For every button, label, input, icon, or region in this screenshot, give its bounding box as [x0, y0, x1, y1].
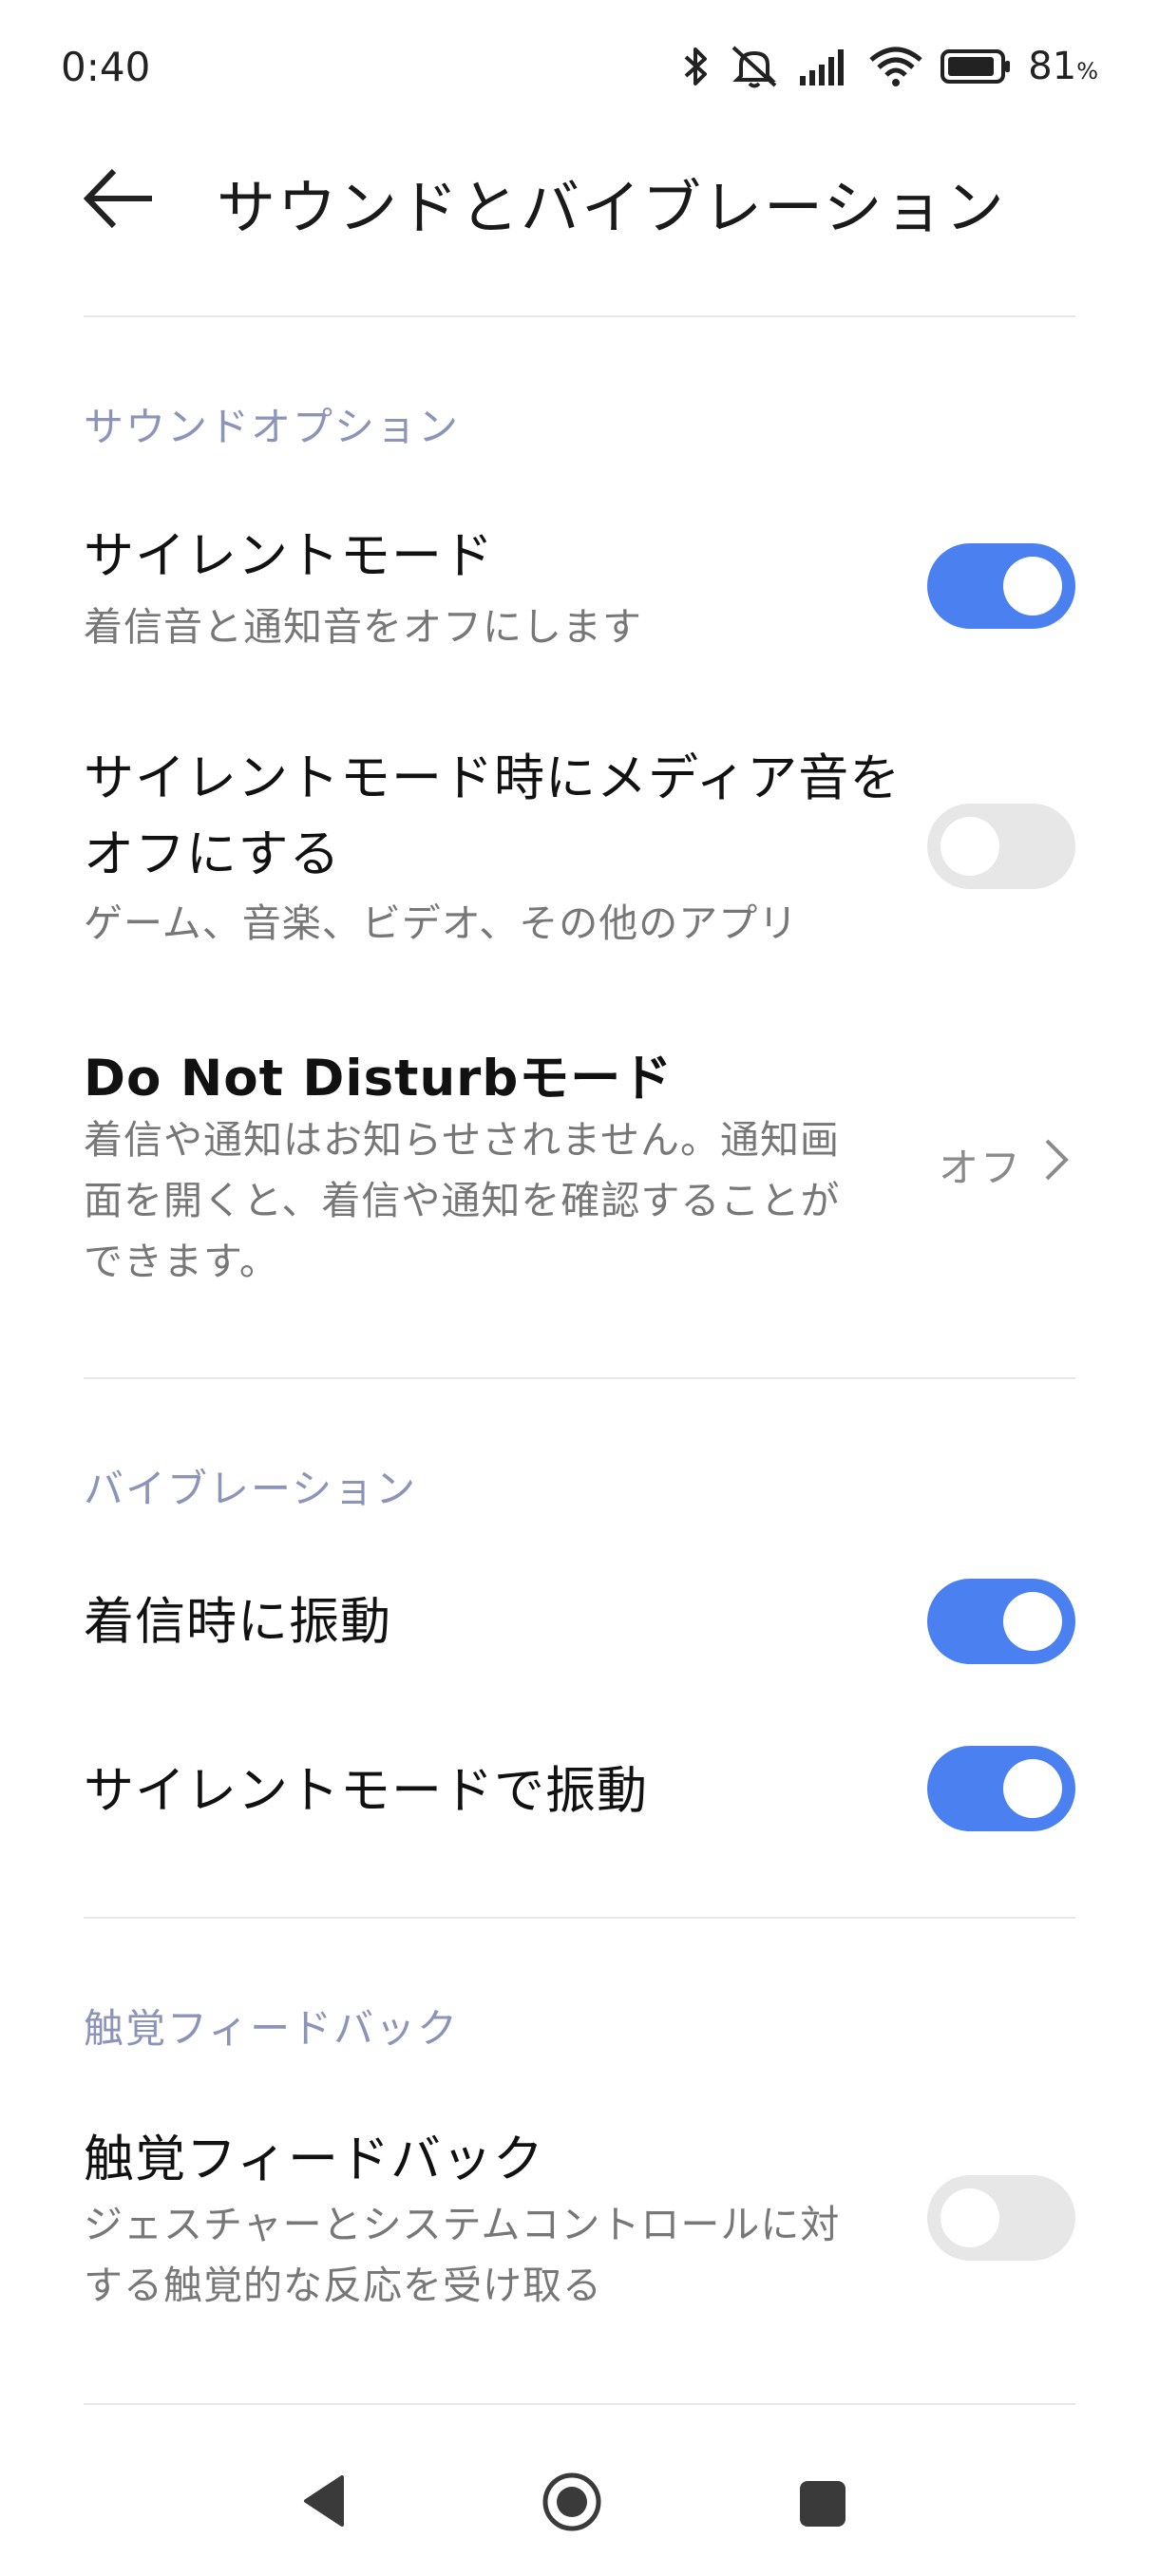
- setting-subtitle-line1: ジェスチャーとシステムコントロールに対: [84, 2202, 841, 2247]
- battery-icon: [940, 49, 1011, 84]
- setting-title: サイレントモードで振動: [84, 1762, 648, 1820]
- setting-title-line2: オフにする: [84, 825, 341, 883]
- section-divider: [84, 1917, 1075, 1919]
- toggle-knob: [940, 817, 999, 876]
- signal-icon: [800, 49, 845, 85]
- section-label-vibration: バイブレーション: [84, 1466, 418, 1512]
- nav-back-icon[interactable]: [300, 2473, 346, 2529]
- setting-subtitle-line1: 着信や通知はお知らせされません。通知画: [84, 1117, 840, 1163]
- setting-title-line1: サイレントモード時にメディア音を: [84, 749, 902, 807]
- status-icons: 81%: [682, 38, 1098, 95]
- bluetooth-icon: [684, 47, 708, 85]
- toggle-knob: [940, 2188, 999, 2247]
- section-label-sound-options: サウンドオプション: [84, 404, 461, 450]
- setting-subtitle-line2: 面を開くと、着信や通知を確認することが: [84, 1178, 841, 1223]
- page-title: サウンドとバイブレーション: [217, 173, 1006, 242]
- setting-title: 着信時に振動: [84, 1593, 391, 1651]
- back-arrow-icon[interactable]: [82, 165, 158, 232]
- toggle-knob: [1003, 1592, 1062, 1651]
- toggle-knob: [1003, 557, 1062, 616]
- vibrate-on-ring-toggle[interactable]: [927, 1579, 1075, 1664]
- mute-bell-icon: [732, 46, 777, 88]
- mute-media-toggle[interactable]: [927, 804, 1075, 889]
- nav-recents-icon[interactable]: [800, 2481, 846, 2527]
- setting-subtitle: 着信音と通知音をオフにします: [84, 604, 642, 650]
- haptic-feedback-toggle[interactable]: [927, 2175, 1075, 2261]
- setting-subtitle: ゲーム、音楽、ビデオ、その他のアプリ: [84, 900, 799, 946]
- wifi-icon: [869, 47, 922, 86]
- section-label-haptics: 触覚フィードバック: [84, 2005, 460, 2052]
- setting-subtitle-line2: する触覚的な反応を受け取る: [84, 2263, 602, 2308]
- dnd-status-value: オフ: [939, 1145, 1023, 1191]
- chevron-right-icon: [1045, 1139, 1069, 1181]
- status-time: 0:40: [61, 44, 151, 90]
- header-divider: [84, 315, 1075, 317]
- section-divider: [84, 1377, 1075, 1379]
- nav-home-icon[interactable]: [542, 2472, 602, 2532]
- setting-title: サイレントモード: [84, 527, 494, 585]
- setting-subtitle-line3: できます。: [84, 1239, 279, 1284]
- silent-mode-toggle[interactable]: [927, 543, 1075, 629]
- battery-percent: 81%: [1028, 45, 1098, 88]
- section-divider: [84, 2403, 1075, 2405]
- setting-title: Do Not Disturbモード: [84, 1050, 674, 1108]
- setting-title: 触覚フィードバック: [84, 2131, 544, 2188]
- vibrate-silent-toggle[interactable]: [927, 1746, 1075, 1831]
- toggle-knob: [1003, 1759, 1062, 1818]
